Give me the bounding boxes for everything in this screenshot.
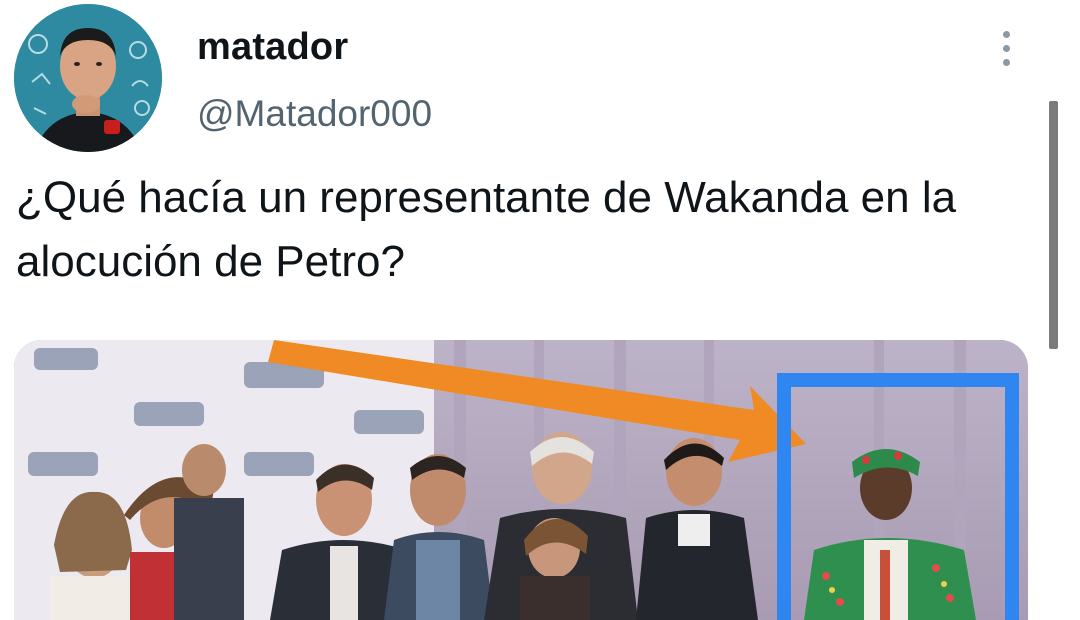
photo-image (14, 340, 1028, 620)
avatar-image (14, 4, 162, 152)
author-display-name[interactable]: matador (197, 26, 348, 69)
tweet-media-photo[interactable] (14, 340, 1028, 620)
more-options-icon[interactable] (990, 24, 1022, 72)
author-avatar[interactable] (14, 4, 162, 152)
scrollbar-thumb[interactable] (1049, 101, 1058, 349)
author-handle[interactable]: @Matador000 (197, 93, 432, 135)
tweet-text: ¿Qué hacía un representante de Wakanda e… (16, 173, 957, 286)
